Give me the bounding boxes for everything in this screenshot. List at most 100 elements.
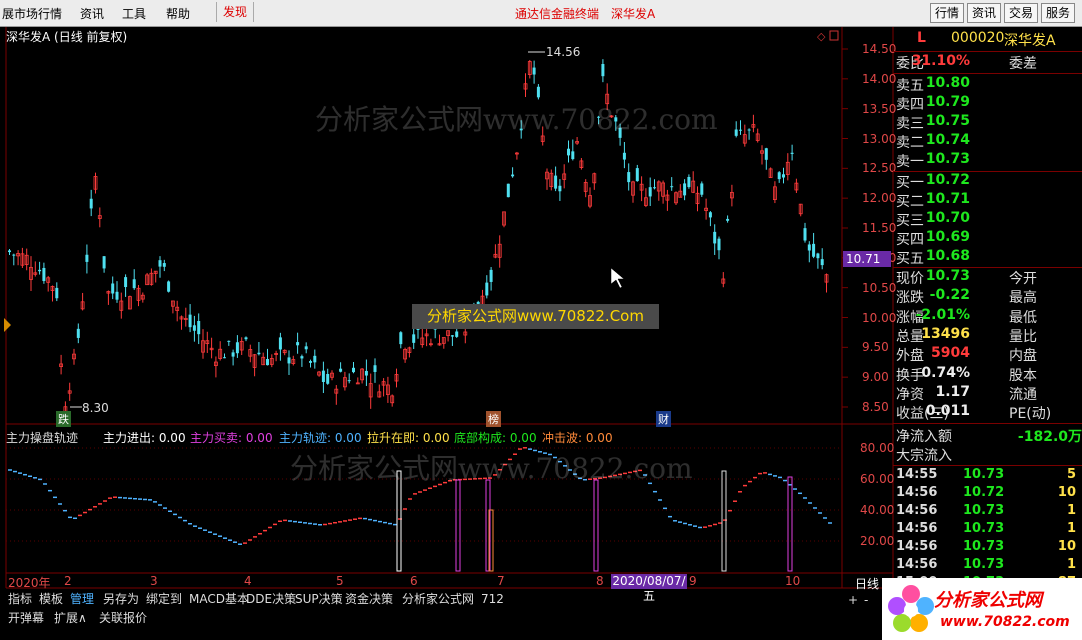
- tab-dde[interactable]: DDE决策: [246, 591, 296, 608]
- tab-indicator[interactable]: 指标: [8, 591, 32, 608]
- xaxis-label: 8: [596, 574, 604, 588]
- bid-row: 买四 10.69: [893, 229, 1082, 248]
- candle-body: [85, 254, 89, 262]
- watermark-bottom: 分析家公式网www.70822.com: [290, 452, 693, 485]
- candle-body: [450, 335, 454, 337]
- candle-body: [231, 352, 235, 357]
- candle-body: [89, 198, 93, 209]
- stat-label-2: 流通: [1009, 386, 1037, 403]
- ind-axis-60: 60.00: [860, 472, 895, 486]
- price-axis-label: 9.50: [862, 340, 889, 355]
- candle-body: [287, 357, 291, 364]
- candle-body: [713, 231, 717, 244]
- candle-body: [700, 183, 704, 195]
- stat-value: -0.22: [929, 287, 970, 304]
- zoom-in-button[interactable]: +: [848, 593, 858, 607]
- zoom-out-button[interactable]: -: [864, 593, 868, 607]
- price-axis-label: 13.50: [862, 101, 897, 116]
- window-icon[interactable]: [829, 30, 839, 41]
- tick-time: 14:56: [896, 503, 938, 518]
- xaxis-label: 4: [244, 574, 252, 588]
- stat-value: 0.74%: [921, 364, 970, 381]
- stat-label-2: 内盘: [1009, 348, 1037, 365]
- tab-manage[interactable]: 管理: [70, 591, 94, 608]
- watermark-top: 分析家公式网www.70822.com: [315, 103, 718, 136]
- ask-price: 10.73: [925, 151, 970, 167]
- price-axis-ticks: [842, 48, 848, 408]
- ask-price: 10.74: [925, 132, 970, 148]
- tab-save-as[interactable]: 另存为: [103, 591, 139, 608]
- candle-body: [364, 370, 368, 376]
- tick-volume: 10: [1057, 539, 1076, 554]
- marker-cai[interactable]: 财: [656, 411, 671, 427]
- marker-die[interactable]: 跌: [56, 411, 71, 427]
- tab-capital[interactable]: 资金决策: [345, 591, 393, 608]
- bid-price: 10.69: [925, 229, 970, 245]
- tab-template[interactable]: 模板: [39, 591, 63, 608]
- price-axis-label: 10.00: [862, 310, 897, 325]
- stat-value: 5904: [931, 345, 970, 362]
- danmaku-button[interactable]: 开弹幕: [8, 609, 44, 626]
- ask-row: 卖五 10.80: [893, 75, 1082, 94]
- stock-code: 000020: [951, 30, 1005, 46]
- candle-body: [8, 250, 11, 253]
- candle-body: [158, 260, 162, 267]
- stat-value: 1.17: [935, 383, 970, 400]
- ind-main-track: 主力轨迹: 0.00: [279, 431, 362, 445]
- bid-price: 10.68: [925, 248, 970, 264]
- marker-bang[interactable]: 榜: [486, 411, 501, 427]
- candle-body: [321, 370, 325, 382]
- bid-price: 10.71: [925, 191, 970, 207]
- candle-body: [399, 332, 403, 345]
- candle-body: [38, 269, 42, 272]
- tab-bind-to[interactable]: 绑定到: [146, 591, 182, 608]
- tab-712[interactable]: 712: [481, 591, 504, 608]
- xaxis-label: 3: [150, 574, 158, 588]
- indicator-name[interactable]: 主力操盘轨迹: [6, 429, 78, 446]
- stat-label-2: 最高: [1009, 290, 1037, 307]
- xaxis-label: 10: [785, 574, 801, 588]
- stat-row: 总量 13496 量比: [893, 326, 1082, 345]
- tab-macd[interactable]: MACD基本: [189, 591, 249, 608]
- candle-body: [622, 152, 626, 160]
- candle-body: [339, 368, 343, 372]
- tick-row: 14:56 10.73 10: [893, 539, 1082, 557]
- period-label[interactable]: 日线: [855, 575, 879, 592]
- candle-body: [257, 352, 261, 355]
- candle-body: [812, 243, 816, 257]
- high-label: 14.56: [546, 45, 581, 59]
- candle-body: [790, 152, 794, 154]
- candle-body: [803, 228, 807, 241]
- stat-value: -2.01%: [915, 306, 970, 323]
- related-quotes-button[interactable]: 关联报价: [99, 609, 147, 626]
- expand-button[interactable]: 扩展∧: [54, 609, 87, 626]
- candle-body: [244, 337, 248, 340]
- tab-sup[interactable]: SUP决策: [295, 591, 343, 608]
- tick-time: 14:56: [896, 485, 938, 500]
- candle-body: [296, 342, 300, 346]
- stat-label-2: 股本: [1009, 367, 1037, 384]
- price-axis-label: 8.50: [862, 400, 889, 414]
- candle-body: [683, 183, 687, 196]
- candle-body: [571, 151, 575, 160]
- tick-row: 14:55 10.73 5: [893, 467, 1082, 485]
- candle-body: [115, 291, 119, 300]
- current-price-tag: 10.71: [843, 251, 891, 267]
- tab-fxj[interactable]: 分析家公式网: [402, 591, 474, 608]
- xaxis-label: 9: [689, 574, 697, 588]
- xaxis-label: 7: [497, 574, 505, 588]
- diamond-icon[interactable]: ◇: [817, 30, 826, 43]
- ind-shock: 冲击波: 0.00: [542, 431, 613, 445]
- tick-row: 14:56 10.73 1: [893, 503, 1082, 521]
- ask-row: 卖二 10.74: [893, 132, 1082, 151]
- candle-body: [653, 187, 656, 189]
- candle-body: [124, 277, 128, 288]
- candle-body: [687, 176, 691, 188]
- collapse-arrow-icon[interactable]: [4, 318, 11, 332]
- logo-url: www.70822.com: [940, 614, 1070, 630]
- candle-body: [635, 168, 639, 182]
- candle-body: [304, 346, 308, 350]
- stat-row: 外盘 5904 内盘: [893, 345, 1082, 364]
- ind-axis-80: 80.00: [860, 441, 895, 455]
- candle-body: [42, 267, 46, 282]
